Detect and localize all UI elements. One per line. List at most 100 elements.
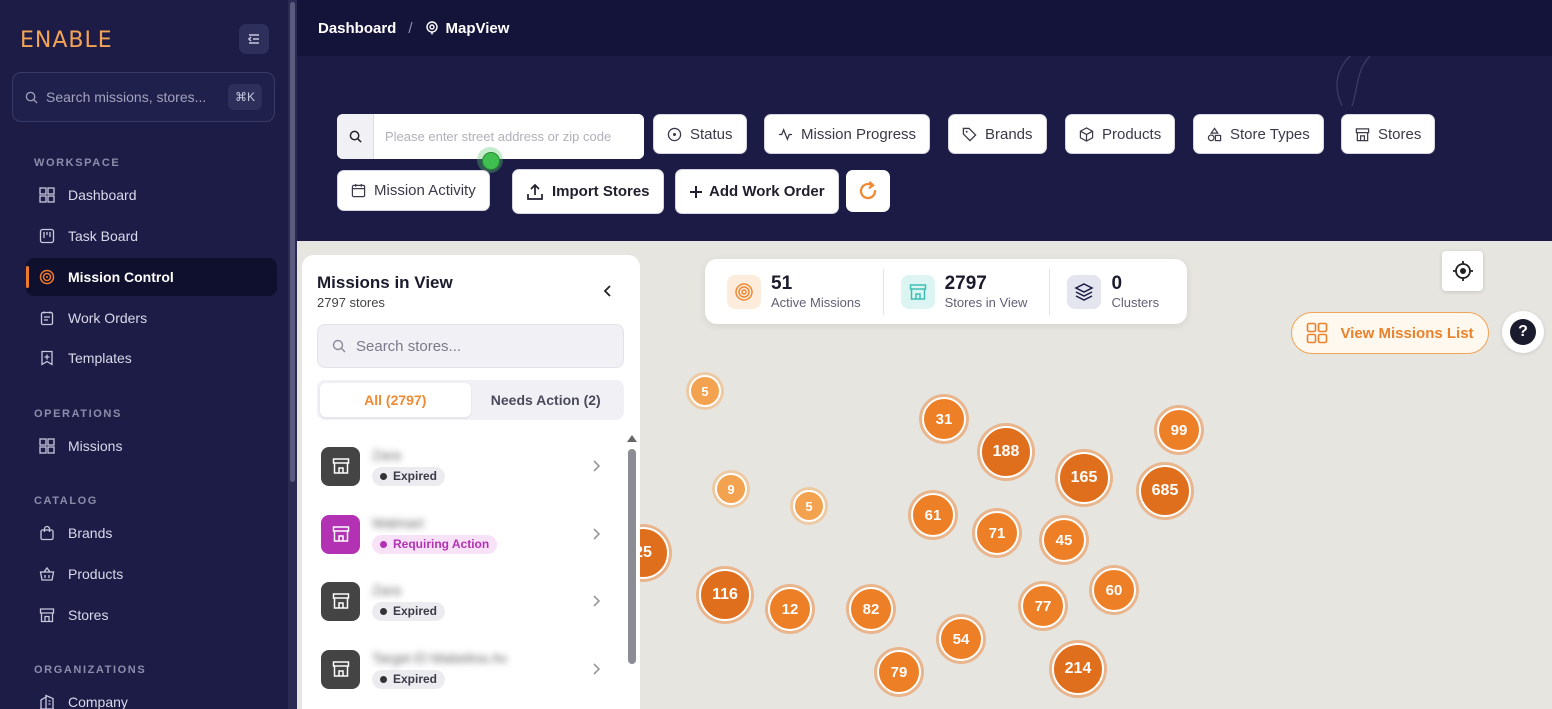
list-item[interactable]: Walmart Requiring Action bbox=[321, 512, 603, 556]
clusters-label: Clusters bbox=[1111, 295, 1160, 310]
store-types-filter[interactable]: Store Types bbox=[1193, 114, 1324, 154]
map-cluster[interactable]: 12 bbox=[765, 584, 815, 634]
map-cluster[interactable]: 9 bbox=[712, 470, 750, 508]
sidebar-item-brands[interactable]: Brands bbox=[26, 514, 277, 552]
mission-progress-filter[interactable]: Mission Progress bbox=[764, 114, 931, 154]
map-cluster[interactable]: 99 bbox=[1154, 405, 1204, 455]
map-cluster[interactable]: 685 bbox=[1136, 462, 1194, 520]
sidebar-item-stores[interactable]: Stores bbox=[26, 596, 277, 634]
layers-icon bbox=[1067, 274, 1102, 309]
list-item[interactable]: Target El Mabelina Av Expired bbox=[321, 647, 603, 691]
sidebar-item-label: Missions bbox=[68, 438, 123, 454]
breadcrumb-current: MapView bbox=[445, 19, 510, 37]
map-cluster[interactable]: 61 bbox=[908, 490, 958, 540]
search-icon bbox=[349, 130, 362, 143]
refresh-button[interactable] bbox=[846, 170, 890, 212]
status-badge: Expired bbox=[372, 669, 446, 689]
target-icon bbox=[727, 274, 761, 309]
map-cluster[interactable]: 45 bbox=[1039, 515, 1089, 565]
upload-icon bbox=[527, 183, 543, 200]
clipboard-icon bbox=[38, 309, 56, 327]
sidebar-item-templates[interactable]: Templates bbox=[26, 339, 277, 377]
sidebar-item-work-orders[interactable]: Work Orders bbox=[26, 299, 277, 337]
map-cluster[interactable]: 54 bbox=[936, 614, 986, 664]
sidebar-item-mission-control[interactable]: Mission Control bbox=[26, 258, 277, 296]
stat-active-missions: 51 Active Missions bbox=[705, 269, 883, 315]
import-stores-button[interactable]: Import Stores bbox=[512, 169, 664, 214]
decorative-curve bbox=[1336, 56, 1371, 106]
store-types-filter-label: Store Types bbox=[1230, 125, 1310, 143]
stores-filter[interactable]: Stores bbox=[1341, 114, 1436, 154]
map-cluster[interactable]: 82 bbox=[846, 584, 896, 634]
plus-icon bbox=[690, 185, 702, 198]
map-cluster[interactable]: 79 bbox=[874, 647, 924, 697]
grid-icon bbox=[38, 186, 56, 204]
store-name: Walmart bbox=[372, 514, 424, 531]
help-button[interactable]: ? bbox=[1502, 311, 1544, 353]
stat-clusters: 0 Clusters bbox=[1049, 268, 1181, 315]
map-cluster[interactable]: 188 bbox=[977, 423, 1035, 481]
missions-panel: Missions in View 2797 stores Search stor… bbox=[302, 255, 640, 709]
collapse-sidebar-button[interactable] bbox=[239, 24, 269, 54]
tab-all[interactable]: All (2797) bbox=[320, 383, 471, 417]
store-icon bbox=[332, 593, 349, 609]
store-search-placeholder: Search stores... bbox=[356, 337, 462, 355]
sidebar-item-company[interactable]: Company bbox=[26, 683, 277, 709]
breadcrumb-dashboard[interactable]: Dashboard bbox=[318, 20, 396, 37]
view-missions-list-button[interactable]: View Missions List bbox=[1291, 312, 1489, 354]
status-badge: Expired bbox=[372, 601, 446, 621]
panel-scrollbar-thumb[interactable] bbox=[628, 449, 636, 664]
tab-needs-action[interactable]: Needs Action (2) bbox=[471, 383, 622, 417]
store-search[interactable]: Search stores... bbox=[317, 324, 624, 368]
products-filter-label: Products bbox=[1102, 125, 1162, 143]
app-logo[interactable]: ENABLE bbox=[20, 28, 113, 53]
map-cluster[interactable]: 77 bbox=[1018, 581, 1068, 631]
calendar-icon bbox=[351, 183, 366, 198]
products-filter[interactable]: Products bbox=[1065, 114, 1176, 154]
chevron-left-icon[interactable] bbox=[600, 283, 616, 299]
chevron-right-icon bbox=[593, 528, 601, 540]
sidebar-item-products[interactable]: Products bbox=[26, 555, 277, 593]
mission-activity-filter-label: Mission Activity bbox=[374, 182, 476, 199]
map-cluster[interactable]: 165 bbox=[1055, 449, 1113, 507]
sidebar-item-dashboard[interactable]: Dashboard bbox=[26, 176, 277, 214]
map-cluster[interactable]: 116 bbox=[696, 566, 754, 624]
stats-card: 51 Active Missions 2797 Stores in View 0 Cl… bbox=[705, 259, 1187, 324]
address-input[interactable] bbox=[374, 114, 644, 159]
add-work-order-button[interactable]: Add Work Order bbox=[675, 169, 839, 214]
store-avatar bbox=[321, 446, 360, 486]
scroll-up-arrow[interactable] bbox=[627, 435, 637, 442]
sidebar-item-task-board[interactable]: Task Board bbox=[26, 217, 277, 255]
map-cluster[interactable]: 5 bbox=[686, 372, 724, 410]
brands-filter[interactable]: Brands bbox=[948, 114, 1047, 154]
global-search-placeholder: Search missions, stores... bbox=[46, 89, 207, 105]
map-cluster[interactable]: 5 bbox=[790, 487, 828, 525]
panel-tabs: All (2797) Needs Action (2) bbox=[317, 380, 624, 420]
sidebar-item-missions[interactable]: Missions bbox=[26, 427, 277, 465]
status-filter-label: Status bbox=[690, 125, 733, 143]
address-search-button[interactable] bbox=[337, 114, 374, 159]
mission-activity-filter[interactable]: Mission Activity bbox=[337, 170, 490, 211]
chevron-right-icon bbox=[593, 595, 601, 607]
list-item[interactable]: Zara Expired bbox=[321, 444, 603, 488]
status-filter[interactable]: Status bbox=[653, 114, 747, 154]
map-cluster[interactable]: 71 bbox=[972, 508, 1022, 558]
shopping-bag-icon bbox=[38, 524, 56, 542]
map-cluster[interactable]: 214 bbox=[1049, 640, 1107, 698]
list-item[interactable]: Zara Expired bbox=[321, 579, 603, 623]
sidebar-item-label: Dashboard bbox=[68, 187, 137, 203]
sidebar-scrollbar-thumb[interactable] bbox=[290, 2, 295, 482]
circle-dot-icon bbox=[667, 127, 682, 141]
map-cluster[interactable]: 31 bbox=[919, 394, 969, 444]
sidebar-scrollbar[interactable] bbox=[288, 0, 297, 709]
breadcrumb: Dashboard / MapView bbox=[297, 0, 1552, 56]
locate-me-button[interactable] bbox=[1442, 251, 1483, 291]
map-cluster[interactable]: 60 bbox=[1089, 565, 1139, 615]
sidebar-item-label: Work Orders bbox=[68, 310, 148, 326]
sidebar-item-label: Company bbox=[68, 694, 128, 709]
active-missions-label: Active Missions bbox=[771, 295, 861, 310]
global-search[interactable]: Search missions, stores... ⌘K bbox=[12, 72, 275, 122]
panel-scrollbar[interactable] bbox=[627, 435, 637, 709]
sidebar-item-label: Stores bbox=[68, 607, 109, 623]
chevron-right-icon bbox=[593, 460, 601, 472]
